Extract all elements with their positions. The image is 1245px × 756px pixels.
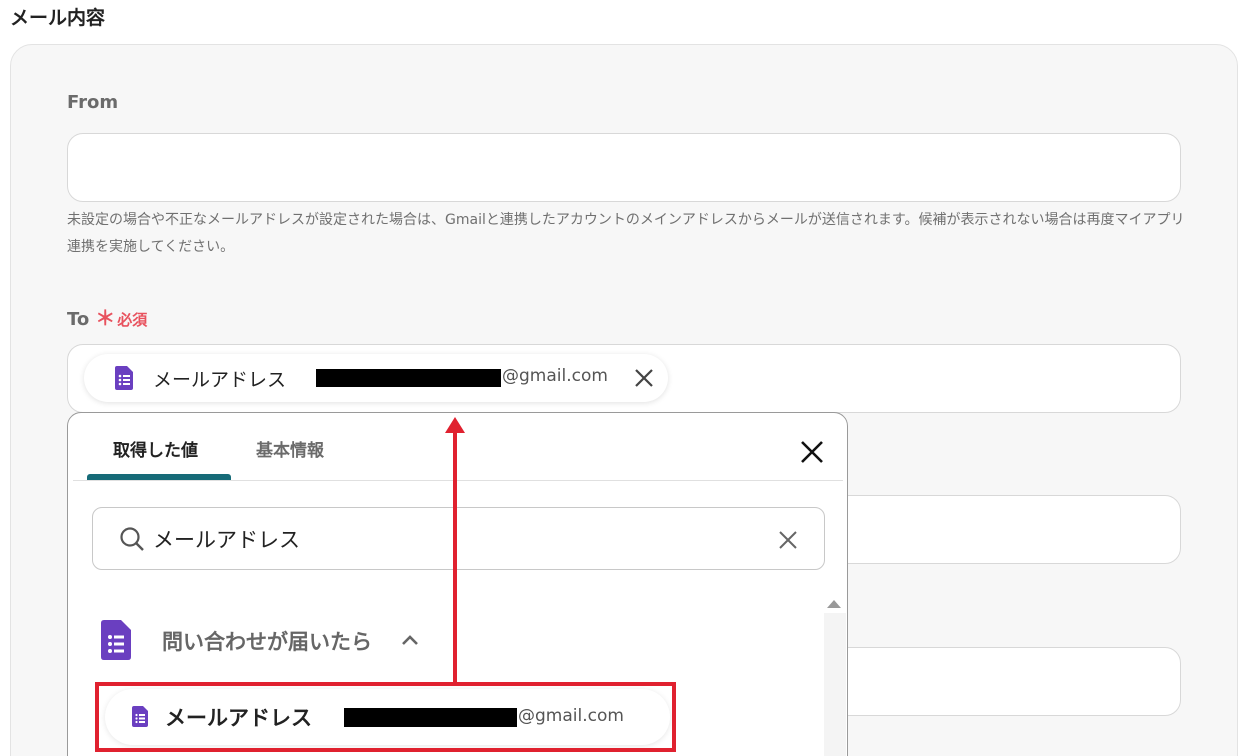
google-forms-icon [101,620,131,660]
chip-label: メールアドレス [153,369,287,391]
tab-divider [73,480,843,481]
redacted-text [316,369,501,387]
scrollbar[interactable] [824,613,846,756]
tab-basic-info[interactable]: 基本情報 [256,436,324,461]
search-clear-icon[interactable] [778,530,798,550]
to-value-chip[interactable]: メールアドレス @gmail.com [84,354,668,402]
chevron-up-icon[interactable] [401,634,419,646]
from-help-text: 未設定の場合や不正なメールアドレスが設定された場合は、Gmailと連携したアカウ… [67,212,1185,255]
chip-email-suffix: @gmail.com [502,366,608,386]
popup-close-icon[interactable] [799,439,825,465]
google-forms-icon [115,366,133,390]
section-title: メール内容 [10,7,106,29]
search-icon [120,527,144,551]
annotation-arrow-head-icon [445,417,465,433]
search-input[interactable]: メールアドレス [153,524,300,554]
search-box[interactable]: メールアドレス [92,507,825,570]
annotation-arrow-line [453,430,457,684]
annotation-highlight-box [95,682,676,752]
chip-remove-icon[interactable] [633,367,655,389]
to-label: To [67,309,90,330]
to-label-row: To ＊必須 [67,302,147,331]
tab-acquired-values[interactable]: 取得した値 [113,436,198,461]
required-text: 必須 [117,311,148,329]
group-title: 問い合わせが届いたら [162,630,372,654]
from-field[interactable] [67,133,1181,202]
required-star: ＊ [95,306,116,330]
from-label: From [67,92,119,113]
scroll-up-arrow-icon[interactable] [827,600,841,608]
